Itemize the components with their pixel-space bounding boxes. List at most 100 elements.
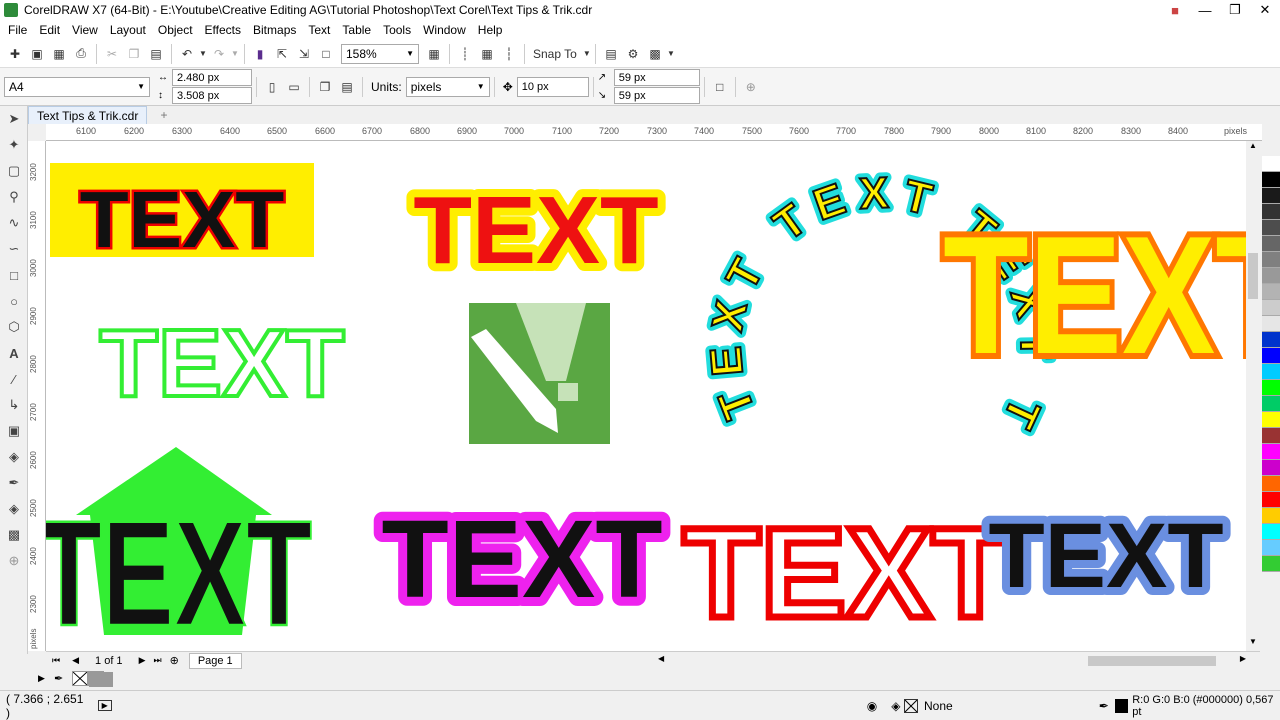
export-icon[interactable]: ⇲ — [293, 43, 315, 65]
publish-pdf-icon[interactable]: □ — [315, 43, 337, 65]
vertical-ruler[interactable]: 3200 3100 3000 2900 2800 2700 2600 2500 … — [28, 141, 46, 651]
undo-dropdown-icon[interactable]: ▼ — [198, 43, 208, 65]
palette-swatch[interactable] — [1262, 444, 1280, 460]
current-page-icon[interactable]: ▤ — [336, 76, 358, 98]
open-folder-icon[interactable]: ▣ — [26, 43, 48, 65]
artistic-media-icon[interactable]: ∽ — [0, 236, 28, 262]
text-art-magenta-black[interactable]: TEXT — [372, 489, 671, 630]
interactive-fill-icon[interactable]: ◈ — [0, 496, 28, 522]
launcher-dropdown-icon[interactable]: ▼ — [666, 43, 676, 65]
welcome-screen-icon[interactable]: ▤ — [600, 43, 622, 65]
play-icon[interactable]: ▶ — [97, 700, 112, 711]
add-page-icon[interactable]: ⊕ — [170, 654, 179, 667]
page-size-dropdown[interactable]: A4 ▼ — [4, 76, 150, 97]
ellipse-tool-icon[interactable]: ○ — [0, 288, 28, 314]
portrait-icon[interactable]: ▯ — [261, 76, 283, 98]
palette-flyout-icon[interactable]: ▶ — [38, 673, 54, 684]
restore-button[interactable]: ❐ — [1220, 0, 1250, 20]
horizontal-ruler[interactable]: 6100 6200 6300 6400 6500 6600 6700 6800 … — [46, 124, 1262, 141]
paste-icon[interactable]: ▤ — [145, 43, 167, 65]
menu-help[interactable]: Help — [474, 23, 511, 37]
scroll-left-icon[interactable]: ◀ — [658, 654, 664, 663]
menu-tools[interactable]: Tools — [379, 23, 419, 37]
menu-layout[interactable]: Layout — [106, 23, 154, 37]
palette-swatch[interactable] — [1262, 476, 1280, 492]
palette-swatch[interactable] — [1262, 252, 1280, 268]
last-page-icon[interactable]: ⏭ — [153, 655, 161, 666]
nudge-distance-input[interactable]: 10 px — [516, 76, 589, 97]
snap-to-dropdown[interactable]: Snap To ▼ — [529, 43, 591, 65]
transparency-tool-icon[interactable]: ◈ — [0, 444, 28, 470]
menu-edit[interactable]: Edit — [35, 23, 68, 37]
palette-swatch[interactable] — [1262, 156, 1280, 172]
palette-swatch[interactable] — [1262, 412, 1280, 428]
palette-swatch[interactable] — [1262, 204, 1280, 220]
menu-file[interactable]: File — [4, 23, 35, 37]
connector-tool-icon[interactable]: ↳ — [0, 392, 28, 418]
outline-pen-icon[interactable]: ✒ — [1099, 699, 1109, 713]
scroll-up-icon[interactable]: ▲ — [1246, 141, 1260, 155]
import-icon[interactable]: ⇱ — [271, 43, 293, 65]
text-art-red-yellow[interactable]: TEXT — [405, 169, 666, 292]
text-art-orange-yellow[interactable]: TEXT — [938, 195, 1246, 394]
scroll-down-icon[interactable]: ▼ — [1246, 637, 1260, 651]
document-palette-swatch[interactable] — [111, 671, 113, 687]
eyedropper-tool-icon[interactable]: ✒ — [0, 470, 28, 496]
scrollbar-thumb[interactable] — [1248, 253, 1258, 299]
palette-swatch[interactable] — [1262, 236, 1280, 252]
menu-object[interactable]: Object — [154, 23, 201, 37]
user-icon[interactable]: ■ — [1160, 0, 1190, 20]
rectangle-tool-icon[interactable]: □ — [0, 262, 28, 288]
palette-swatch[interactable] — [1262, 316, 1280, 332]
palette-swatch[interactable] — [1262, 556, 1280, 572]
page-width-input[interactable]: 2.480 px — [172, 69, 252, 86]
add-icon[interactable]: ⊕ — [740, 76, 762, 98]
show-grid-icon[interactable]: ▦ — [476, 43, 498, 65]
smart-fill-icon[interactable]: ▩ — [0, 522, 28, 548]
units-dropdown[interactable]: pixels ▼ — [405, 76, 490, 97]
palette-swatch[interactable] — [1262, 220, 1280, 236]
save-icon[interactable]: ▦ — [48, 43, 70, 65]
all-pages-icon[interactable]: ❐ — [314, 76, 336, 98]
redo-icon[interactable]: ↷ — [208, 43, 230, 65]
horizontal-scrollbar[interactable]: ◀ ▶ — [656, 653, 1246, 668]
palette-swatch[interactable] — [1262, 524, 1280, 540]
scroll-right-icon[interactable]: ▶ — [1240, 654, 1246, 663]
text-art-green-outline[interactable]: TEXT — [97, 308, 346, 419]
text-tool-icon[interactable]: A — [0, 340, 28, 366]
first-page-icon[interactable]: ⏮ — [52, 655, 60, 666]
eyedropper-icon[interactable]: ✒ — [54, 672, 72, 685]
palette-swatch[interactable] — [1262, 332, 1280, 348]
parallel-dimension-icon[interactable]: ∕ — [0, 366, 28, 392]
palette-swatch[interactable] — [1262, 380, 1280, 396]
cut-icon[interactable]: ✂ — [101, 43, 123, 65]
page-height-input[interactable]: 3.508 px — [172, 87, 252, 104]
palette-swatch[interactable] — [1262, 172, 1280, 188]
text-art-green-black[interactable]: TEXT — [46, 447, 313, 651]
h-scrollbar-thumb[interactable] — [1088, 655, 1216, 666]
palette-swatch[interactable] — [1262, 428, 1280, 444]
show-guidelines-icon[interactable]: ┆ — [498, 43, 520, 65]
freehand-tool-icon[interactable]: ∿ — [0, 210, 28, 236]
menu-bitmaps[interactable]: Bitmaps — [249, 23, 304, 37]
polygon-tool-icon[interactable]: ⬡ — [0, 314, 28, 340]
palette-swatch[interactable] — [1262, 364, 1280, 380]
page-tab[interactable]: Page 1 — [188, 652, 242, 669]
show-rulers-icon[interactable]: ┊ — [454, 43, 476, 65]
text-art-red-outline[interactable]: TEXT — [679, 499, 1013, 649]
text-art-blue-black[interactable]: TEXT — [980, 497, 1231, 615]
duplicate-y-input[interactable]: 59 px — [613, 87, 700, 104]
palette-swatch[interactable] — [1262, 348, 1280, 364]
minimize-button[interactable]: — — [1190, 0, 1220, 20]
application-launcher-icon[interactable]: ▩ — [644, 43, 666, 65]
palette-swatch[interactable] — [1262, 300, 1280, 316]
full-screen-preview-icon[interactable]: ▦ — [423, 43, 445, 65]
fill-status-icon[interactable]: ◉ — [867, 699, 877, 713]
next-page-icon[interactable]: ▶ — [139, 655, 146, 666]
treat-as-filled-icon[interactable]: □ — [709, 76, 731, 98]
zoom-tool-icon[interactable]: ⚲ — [0, 184, 28, 210]
print-icon[interactable]: ⎙ — [70, 43, 92, 65]
palette-swatch[interactable] — [1262, 188, 1280, 204]
palette-swatch[interactable] — [1262, 284, 1280, 300]
drop-shadow-icon[interactable]: ▣ — [0, 418, 28, 444]
